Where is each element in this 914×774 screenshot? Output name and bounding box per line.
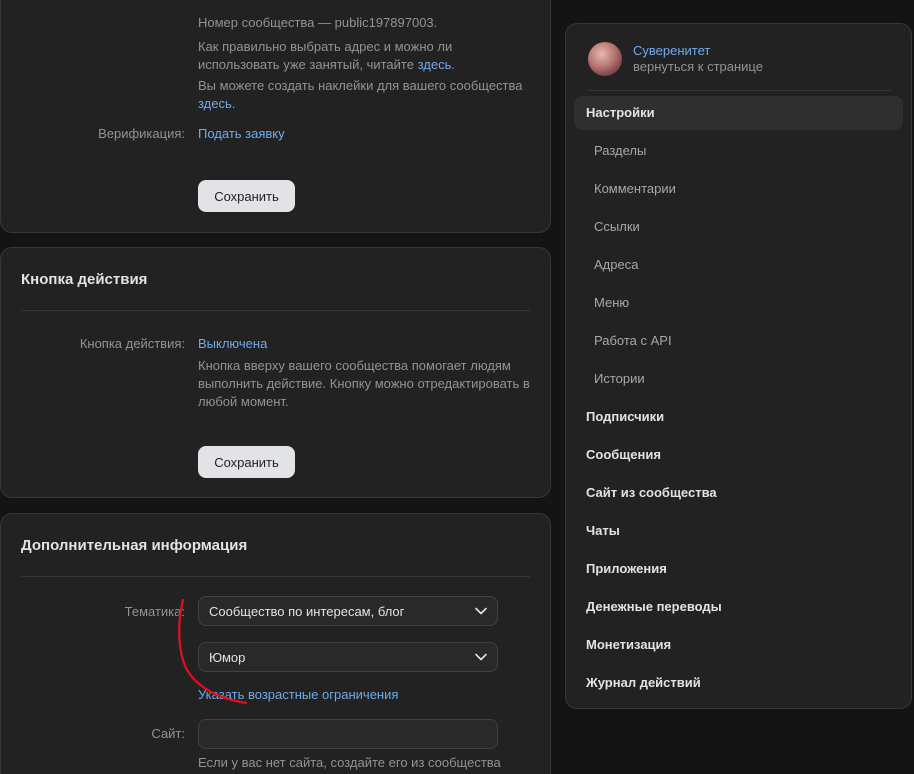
site-hint: Если у вас нет сайта, создайте его из со… [198,755,501,770]
chevron-down-icon [475,607,487,615]
menu-divider [588,90,891,91]
address-hint: Как правильно выбрать адрес и можно ли и… [198,39,455,72]
topic-select[interactable]: Сообщество по интересам, блог [198,596,498,626]
menu-item-addresses[interactable]: Адреса [594,257,638,273]
menu-item-apps[interactable]: Приложения [586,561,667,577]
settings-menu: Суверенитет вернуться к странице Настрой… [565,23,912,709]
stickers-hint: Вы можете создать наклейки для вашего со… [198,78,523,111]
back-to-page-link[interactable]: вернуться к странице [633,59,763,75]
save-button-main[interactable]: Сохранить [198,180,295,212]
menu-item-website[interactable]: Сайт из сообщества [586,485,717,501]
additional-info-card: Дополнительная информация Тематика: Сооб… [0,513,551,774]
site-input[interactable] [198,719,498,749]
stickers-hint-text: Вы можете создать наклейки для вашего со… [198,78,523,93]
chevron-down-icon [475,653,487,661]
site-label: Сайт: [151,726,185,741]
menu-item-monetization[interactable]: Монетизация [586,637,671,653]
community-number-text: Номер сообщества — public197897003. [198,15,438,30]
menu-item-stories[interactable]: Истории [594,371,645,387]
additional-info-title: Дополнительная информация [21,537,248,554]
action-button-status-link[interactable]: Выключена [198,336,267,351]
page: Номер сообщества — public197897003. Как … [0,0,914,774]
menu-item-links[interactable]: Ссылки [594,219,640,235]
menu-header[interactable]: Суверенитет вернуться к странице [588,42,763,76]
action-button-hint: Кнопка вверху вашего сообщества помогает… [198,358,530,409]
avatar[interactable] [588,42,622,76]
community-name-link[interactable]: Суверенитет [633,43,763,59]
action-button-divider [21,310,530,311]
menu-item-subscribers[interactable]: Подписчики [586,409,664,425]
menu-item-money-transfers[interactable]: Денежные переводы [586,599,722,615]
action-button-title: Кнопка действия [21,271,148,288]
action-button-label: Кнопка действия: [79,336,185,351]
address-hint-link[interactable]: здесь [418,57,452,72]
save-button-action[interactable]: Сохранить [198,446,295,478]
verification-label: Верификация: [98,126,185,141]
age-restrictions-link[interactable]: Указать возрастные ограничения [198,687,398,702]
menu-item-menu[interactable]: Меню [594,295,629,311]
topic-label: Тематика: [124,604,185,619]
action-button-card: Кнопка действия Кнопка действия: Выключе… [0,247,551,498]
menu-item-sections[interactable]: Разделы [594,143,646,159]
subtopic-select-value: Юмор [209,649,246,665]
additional-info-divider [21,576,530,577]
menu-item-chats[interactable]: Чаты [586,523,620,539]
menu-item-comments[interactable]: Комментарии [594,181,676,197]
menu-item-api[interactable]: Работа с API [594,333,672,349]
menu-item-messages[interactable]: Сообщения [586,447,661,463]
verification-link[interactable]: Подать заявку [198,126,285,141]
stickers-hint-link[interactable]: здесь [198,96,232,111]
subtopic-select[interactable]: Юмор [198,642,498,672]
topic-select-value: Сообщество по интересам, блог [209,603,405,619]
menu-item-settings-label[interactable]: Настройки [586,105,655,121]
menu-item-action-log[interactable]: Журнал действий [586,675,701,691]
address-hint-text: Как правильно выбрать адрес и можно ли и… [198,39,453,72]
main-settings-card: Номер сообщества — public197897003. Как … [0,0,551,233]
